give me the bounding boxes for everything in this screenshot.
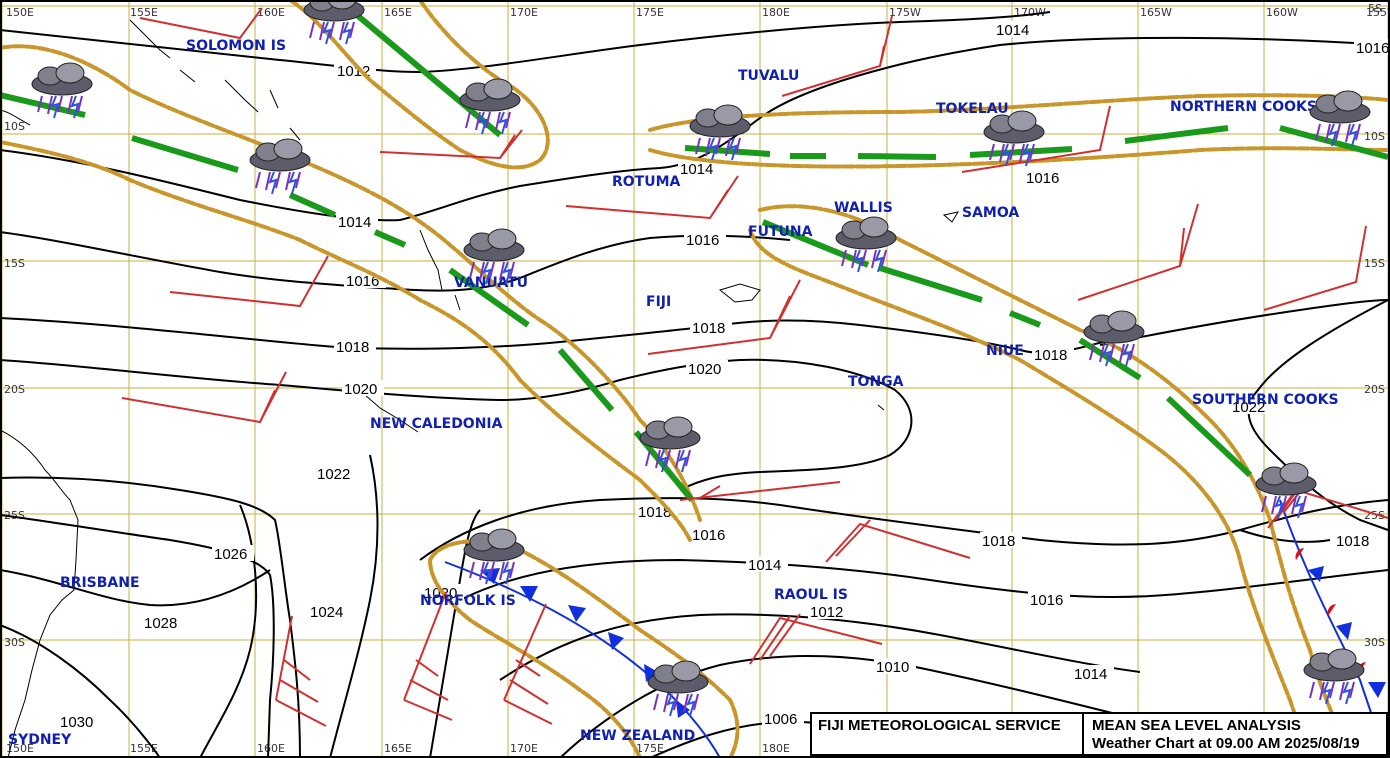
place-northern-cooks: NORTHERN COOKS <box>1170 99 1317 115</box>
lon-label: 165E <box>384 742 412 755</box>
cold-front-barb <box>1368 682 1386 698</box>
place-norfolk-is: NORFOLK IS <box>420 593 516 609</box>
isobar-label: 1014 <box>1074 666 1107 683</box>
lat-label: 15S <box>4 257 25 270</box>
thunderstorm-icon <box>639 416 701 473</box>
lat-label: 20S <box>4 383 25 396</box>
thunderstorm-icon <box>983 110 1045 167</box>
product-info: MEAN SEA LEVEL ANALYSIS Weather Chart at… <box>1084 714 1386 754</box>
lon-label: 155E <box>130 6 158 19</box>
lat-label: 5S <box>1368 2 1382 15</box>
lon-label: 175E <box>636 6 664 19</box>
valid-time: Weather Chart at 09.00 AM 2025/08/19 <box>1092 735 1360 752</box>
place-solomon-is: SOLOMON IS <box>186 38 286 54</box>
place-southern-cooks: SOUTHERN COOKS <box>1192 392 1339 408</box>
lon-label: 180E <box>762 742 790 755</box>
place-wallis: WALLIS <box>834 200 893 216</box>
place-new-caledonia: NEW CALEDONIA <box>370 416 503 432</box>
isobar-label: 1014 <box>996 22 1029 39</box>
lon-label: 170E <box>510 742 538 755</box>
isobar-label: 1020 <box>688 361 721 378</box>
isobar-label: 1016 <box>1026 170 1059 187</box>
thunderstorm-icon <box>1303 648 1365 705</box>
isobar-label: 1018 <box>692 320 725 337</box>
isobar-label: 1016 <box>1356 40 1389 57</box>
thunderstorm-icon <box>303 0 365 45</box>
place-tonga: TONGA <box>848 374 904 390</box>
place-tokelau: TOKELAU <box>936 101 1009 117</box>
isobar-label: 1028 <box>144 615 177 632</box>
isobar-label: 1024 <box>310 604 343 621</box>
thunderstorm-icon <box>249 138 311 195</box>
isobar-label: 1010 <box>876 659 909 676</box>
lon-label: 170E <box>510 6 538 19</box>
weather-chart: 150E 155E 160E 165E 170E 175E 180E 175W … <box>0 0 1390 758</box>
issuing-agency: FIJI METEOROLOGICAL SERVICE <box>812 714 1084 754</box>
place-brisbane: BRISBANE <box>60 575 140 591</box>
place-sydney: SYDNEY <box>8 732 72 748</box>
isobar-label: 1018 <box>1336 533 1369 550</box>
place-fiji: FIJI <box>646 294 671 310</box>
isobar-label: 1016 <box>686 232 719 249</box>
place-samoa: SAMOA <box>962 205 1019 221</box>
isobar-label: 1014 <box>748 557 781 574</box>
isobar-label: 1014 <box>338 214 371 231</box>
lon-label: 180E <box>762 6 790 19</box>
lon-label: 150E <box>6 6 34 19</box>
lat-label: 30S <box>1364 636 1385 649</box>
coastlines <box>0 19 960 758</box>
isobar-label: 1018 <box>1034 347 1067 364</box>
place-new-zealand: NEW ZEALAND <box>580 728 695 744</box>
isobar-label: 1022 <box>317 466 350 483</box>
lat-label: 30S <box>4 636 25 649</box>
isobar-label: 1018 <box>982 533 1015 550</box>
isobar-label: 1030 <box>60 714 93 731</box>
lon-label: 160W <box>1266 6 1298 19</box>
place-niue: NIUE <box>986 343 1024 359</box>
isobar-label: 1020 <box>344 381 377 398</box>
place-tuvalu: TUVALU <box>738 68 799 84</box>
place-futuna: FUTUNA <box>748 224 813 240</box>
place-raoul-is: RAOUL IS <box>774 587 848 603</box>
product-name: MEAN SEA LEVEL ANALYSIS <box>1092 717 1301 734</box>
lat-label: 10S <box>1364 130 1385 143</box>
warm-front-bulge <box>1327 604 1336 616</box>
isobar-label: 1018 <box>336 339 369 356</box>
cold-front-barb <box>608 632 624 650</box>
trough-lines <box>0 2 1389 502</box>
place-rotuma: ROTUMA <box>612 174 681 190</box>
isobar-label: 1006 <box>764 711 797 728</box>
lon-label: 165E <box>384 6 412 19</box>
isobar-label: 1016 <box>692 527 725 544</box>
isobar-label: 1012 <box>810 604 843 621</box>
chart-title-block: FIJI METEOROLOGICAL SERVICE MEAN SEA LEV… <box>810 712 1388 756</box>
isobar-label: 1026 <box>214 546 247 563</box>
lon-label: 175W <box>889 6 921 19</box>
lon-label: 165W <box>1140 6 1172 19</box>
isobar-label: 1016 <box>1030 592 1063 609</box>
lat-label: 15S <box>1364 257 1385 270</box>
lat-label: 10S <box>4 120 25 133</box>
lon-label: 160E <box>257 742 285 755</box>
lat-label: 20S <box>1364 383 1385 396</box>
place-names: SOLOMON IS TUVALU TOKELAU NORTHERN COOKS… <box>8 38 1339 748</box>
isobar-label: 1014 <box>680 161 713 178</box>
chart-canvas: 150E 155E 160E 165E 170E 175E 180E 175W … <box>0 0 1390 758</box>
